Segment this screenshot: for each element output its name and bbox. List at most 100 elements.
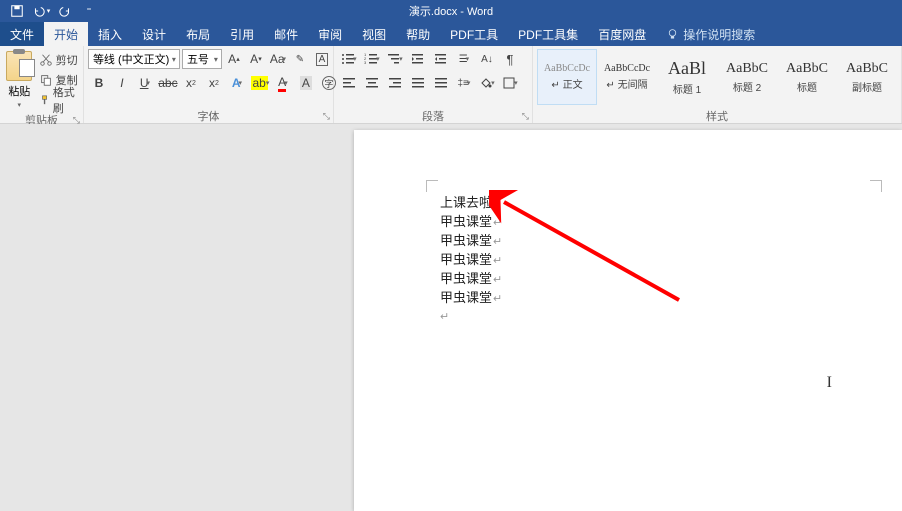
font-name-combo[interactable]: 等线 (中文正文) — [88, 49, 180, 69]
dialog-launcher-icon[interactable]: ⤡ — [323, 111, 330, 122]
style-name: 标题 2 — [733, 79, 761, 94]
tab-home[interactable]: 开始 — [44, 22, 88, 46]
tell-me-label: 操作说明搜索 — [683, 26, 755, 43]
arrow-annotation-icon — [489, 190, 689, 310]
undo-button[interactable]: ▾ — [30, 1, 52, 21]
dialog-launcher-icon[interactable]: ⤡ — [522, 111, 529, 122]
text-effects-button[interactable]: A▾ — [226, 73, 248, 93]
quick-access-toolbar: ▾ ⁼ — [0, 1, 100, 21]
lightbulb-icon — [666, 28, 679, 41]
style-item[interactable]: AaBl标题 1 — [657, 49, 717, 105]
format-painter-button[interactable]: 格式刷 — [39, 91, 79, 109]
text-line[interactable]: 甲虫课堂 — [440, 232, 502, 251]
tab-mailings[interactable]: 邮件 — [264, 22, 308, 46]
tab-baidu[interactable]: 百度网盘 — [588, 22, 656, 46]
distributed-button[interactable] — [430, 73, 452, 93]
menu-bar: 文件 开始 插入 设计 布局 引用 邮件 审阅 视图 帮助 PDF工具 PDF工… — [0, 22, 902, 46]
multilevel-list-button[interactable]: ▾ — [384, 49, 406, 69]
char-border-button[interactable]: A — [312, 49, 332, 69]
shrink-font-button[interactable]: A▾ — [246, 49, 266, 69]
style-gallery[interactable]: AaBbCcDc↵ 正文AaBbCcDc↵ 无间隔AaBl标题 1AaBbC标题… — [537, 49, 897, 105]
borders-button[interactable]: ▾ — [499, 73, 521, 93]
grow-font-button[interactable]: A▴ — [224, 49, 244, 69]
tab-pdf-tool[interactable]: PDF工具 — [440, 22, 508, 46]
subscript-button[interactable]: x2 — [180, 73, 202, 93]
qat-customize[interactable]: ⁼ — [78, 1, 100, 21]
char-shading-button[interactable]: A — [295, 73, 317, 93]
asian-layout-button[interactable]: ☰▾ — [453, 49, 475, 69]
bold-button[interactable]: B — [88, 73, 110, 93]
group-styles: AaBbCcDc↵ 正文AaBbCcDc↵ 无间隔AaBl标题 1AaBbC标题… — [533, 46, 902, 123]
tab-pdf-toolset[interactable]: PDF工具集 — [508, 22, 588, 46]
tab-view[interactable]: 视图 — [352, 22, 396, 46]
style-item[interactable]: AaBbCcDc ↵ 无间隔 — [597, 49, 657, 105]
text-line[interactable]: 甲虫课堂 — [440, 251, 502, 270]
cut-label: 剪切 — [56, 52, 78, 68]
style-name: ↵ 正文 — [551, 76, 582, 91]
document-area: 上课去啦甲虫课堂甲虫课堂甲虫课堂甲虫课堂甲虫课堂↵ I — [0, 124, 902, 511]
style-preview: AaBbCcDc — [604, 63, 650, 74]
font-color-button[interactable]: A▾ — [272, 73, 294, 93]
paste-button[interactable]: 粘贴 ▾ — [4, 49, 35, 109]
align-left-icon — [342, 76, 356, 90]
font-size-combo[interactable]: 五号 — [182, 49, 222, 69]
tab-references[interactable]: 引用 — [220, 22, 264, 46]
highlight-button[interactable]: ab▾ — [249, 73, 271, 93]
change-case-button[interactable]: Aa▾ — [268, 49, 288, 69]
brush-icon — [39, 93, 50, 107]
tab-file[interactable]: 文件 — [0, 22, 44, 46]
cut-button[interactable]: 剪切 — [39, 51, 79, 69]
redo-button[interactable] — [54, 1, 76, 21]
strikethrough-button[interactable]: abc — [157, 73, 179, 93]
tab-design[interactable]: 设计 — [132, 22, 176, 46]
tell-me-search[interactable]: 操作说明搜索 — [656, 22, 755, 46]
style-name: 标题 1 — [673, 81, 701, 96]
superscript-button[interactable]: x2 — [203, 73, 225, 93]
save-icon — [10, 4, 24, 18]
italic-button[interactable]: I — [111, 73, 133, 93]
style-item[interactable]: AaBbCcDc↵ 正文 — [537, 49, 597, 105]
page-content[interactable]: 上课去啦甲虫课堂甲虫课堂甲虫课堂甲虫课堂甲虫课堂↵ — [440, 194, 502, 326]
text-cursor-icon: I — [827, 374, 832, 392]
justify-button[interactable] — [407, 73, 429, 93]
style-name: ↵ 无间隔 — [606, 76, 647, 91]
text-line[interactable]: 甲虫课堂 — [440, 213, 502, 232]
numbering-button[interactable]: 123▾ — [361, 49, 383, 69]
increase-indent-button[interactable] — [430, 49, 452, 69]
underline-button[interactable]: U▾ — [134, 73, 156, 93]
style-preview: AaBbC — [726, 61, 768, 77]
text-line[interactable]: 甲虫课堂 — [440, 289, 502, 308]
align-right-button[interactable] — [384, 73, 406, 93]
shading-button[interactable]: ▾ — [476, 73, 498, 93]
align-right-icon — [388, 76, 402, 90]
sort-button[interactable]: A↓ — [476, 49, 498, 69]
indent-icon — [434, 52, 448, 66]
group-font: 等线 (中文正文) 五号 A▴ A▾ Aa▾ ✎ A B I U▾ abc x2… — [84, 46, 334, 123]
scissors-icon — [39, 53, 53, 67]
margin-corner-icon — [426, 180, 438, 192]
bullets-button[interactable]: ▾ — [338, 49, 360, 69]
page-view[interactable]: 上课去啦甲虫课堂甲虫课堂甲虫课堂甲虫课堂甲虫课堂↵ I — [354, 124, 902, 511]
align-center-button[interactable] — [361, 73, 383, 93]
decrease-indent-button[interactable] — [407, 49, 429, 69]
style-item[interactable]: AaBbC 标题 2 — [717, 49, 777, 105]
redo-icon — [58, 4, 72, 18]
phonetic-guide-button[interactable]: ✎ — [290, 49, 310, 69]
style-item[interactable]: AaBbC标题 — [777, 49, 837, 105]
font-group-label: 字体 ⤡ — [84, 108, 333, 123]
save-button[interactable] — [6, 1, 28, 21]
tab-insert[interactable]: 插入 — [88, 22, 132, 46]
text-line[interactable]: 上课去啦 — [440, 194, 502, 213]
page[interactable]: 上课去啦甲虫课堂甲虫课堂甲虫课堂甲虫课堂甲虫课堂↵ — [354, 130, 902, 511]
style-item[interactable]: AaBbC副标题 — [837, 49, 897, 105]
show-marks-button[interactable]: ¶ — [499, 49, 521, 69]
paste-icon — [6, 51, 32, 81]
align-left-button[interactable] — [338, 73, 360, 93]
tab-layout[interactable]: 布局 — [176, 22, 220, 46]
line-spacing-button[interactable]: ‡≡▾ — [453, 73, 475, 93]
text-line[interactable]: 甲虫课堂 — [440, 270, 502, 289]
tab-review[interactable]: 审阅 — [308, 22, 352, 46]
tab-help[interactable]: 帮助 — [396, 22, 440, 46]
align-center-icon — [365, 76, 379, 90]
style-preview: AaBbC — [786, 61, 828, 77]
